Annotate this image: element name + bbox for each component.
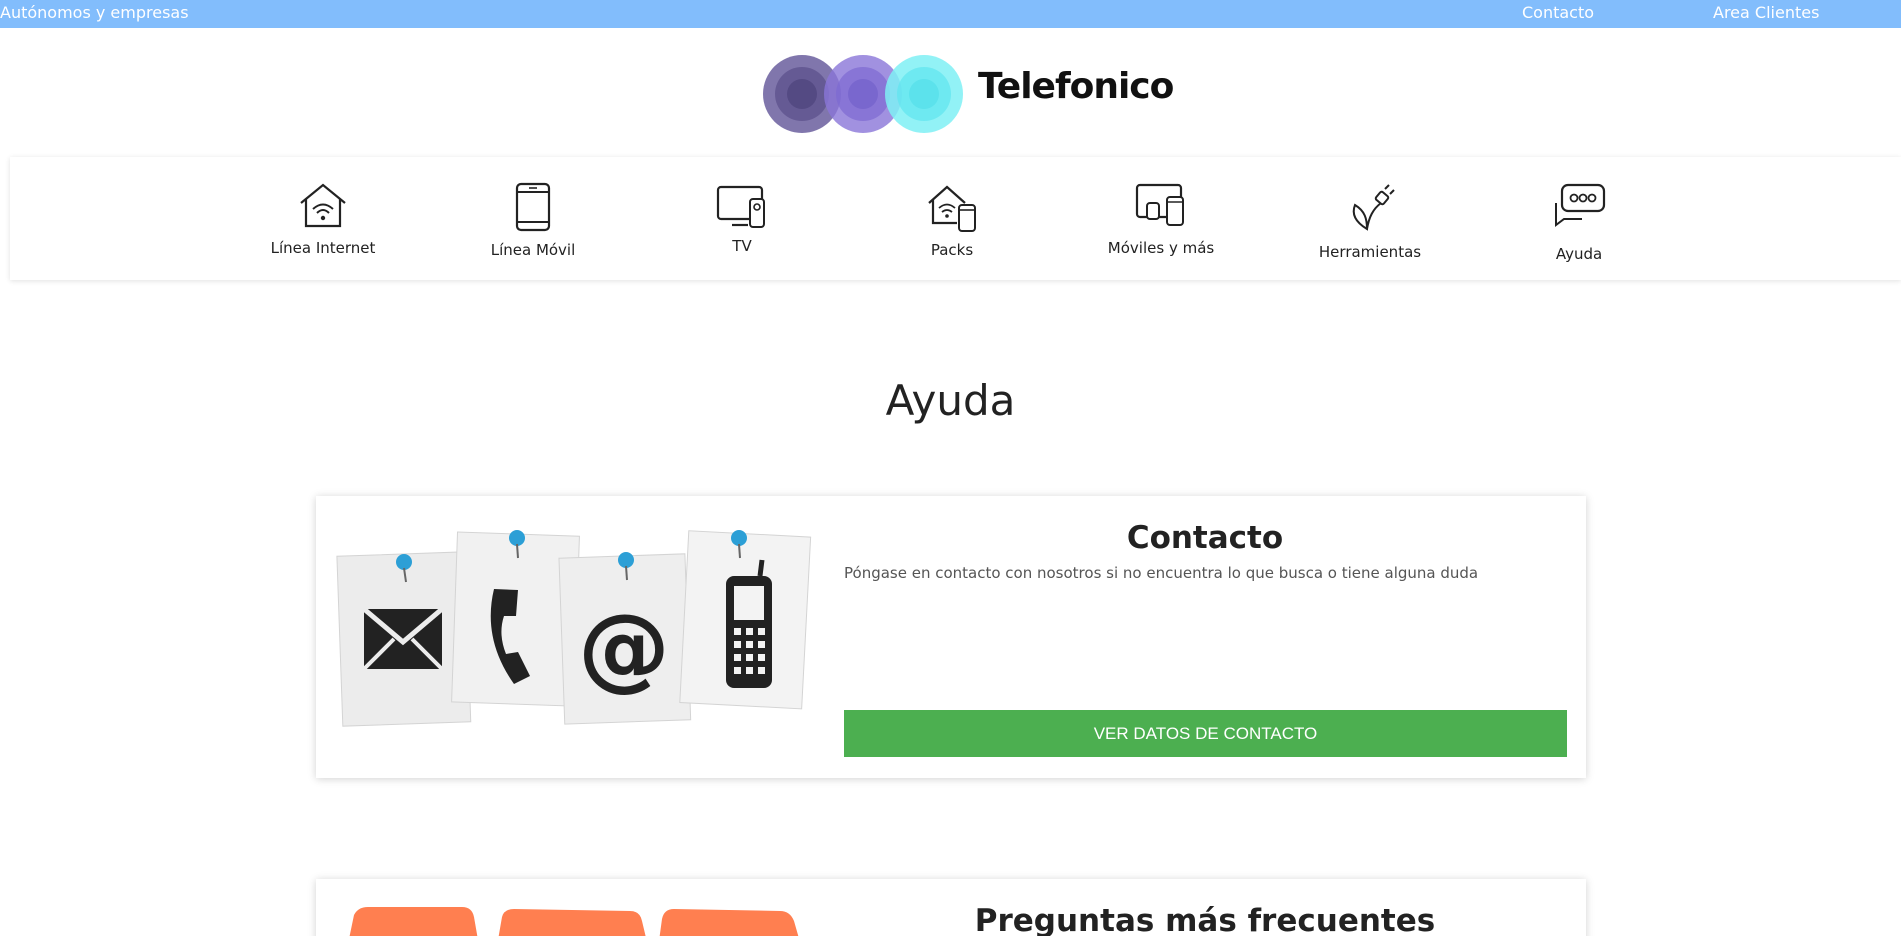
card-title: Contacto xyxy=(1126,520,1284,556)
contact-notes-image: @ xyxy=(336,530,812,727)
nav-label: Línea Internet xyxy=(270,239,376,257)
circles-logo-icon xyxy=(763,55,963,133)
client-area-link[interactable]: Area Clientes xyxy=(1713,3,1819,23)
view-contact-button[interactable]: VER DATOS DE CONTACTO xyxy=(844,710,1567,757)
contact-card: @ Contacto Póngase en contacto con nosot… xyxy=(316,496,1586,778)
brand-name: Telefonico xyxy=(978,66,1174,107)
top-bar: Autónomos y empresas Contacto Area Clien… xyxy=(0,0,1901,28)
main-nav: Línea Internet Línea Móvil TV Packs Móvi… xyxy=(10,157,1901,280)
nav-item-moviles-y-mas[interactable]: Móviles y más xyxy=(1081,157,1241,280)
nav-item-herramientas[interactable]: Herramientas xyxy=(1290,157,1450,280)
house-phone-pack-icon xyxy=(928,185,976,232)
nav-label: Packs xyxy=(930,241,974,259)
nav-item-tv[interactable]: TV xyxy=(662,157,822,280)
nav-item-linea-internet[interactable]: Línea Internet xyxy=(243,157,403,280)
wifi-house-icon xyxy=(300,183,346,228)
svg-text:@: @ xyxy=(578,594,670,701)
page-title: Ayuda xyxy=(885,376,1016,425)
plant-plug-icon xyxy=(1352,184,1395,231)
chat-bubbles-icon xyxy=(1555,183,1606,227)
nav-label: Herramientas xyxy=(1318,243,1422,261)
nav-item-linea-movil[interactable]: Línea Móvil xyxy=(453,157,613,280)
segment-link[interactable]: Autónomos y empresas xyxy=(0,3,189,23)
nav-label: Ayuda xyxy=(1555,245,1603,263)
contact-link[interactable]: Contacto xyxy=(1522,3,1594,23)
nav-item-ayuda[interactable]: Ayuda xyxy=(1499,157,1659,280)
brand-logo[interactable]: Telefonico xyxy=(762,52,1174,136)
card-title: Preguntas más frecuentes xyxy=(974,903,1436,936)
faq-keys-image xyxy=(349,907,799,936)
devices-icon xyxy=(1135,183,1184,226)
smartphone-icon xyxy=(515,182,551,232)
tv-remote-icon xyxy=(716,185,765,228)
nav-label: TV xyxy=(732,237,752,255)
faq-card: Preguntas más frecuentes xyxy=(316,879,1586,936)
nav-label: Móviles y más xyxy=(1107,239,1215,257)
card-description: Póngase en contacto con nosotros si no e… xyxy=(844,564,1479,582)
nav-label: Línea Móvil xyxy=(490,241,576,259)
nav-item-packs[interactable]: Packs xyxy=(872,157,1032,280)
